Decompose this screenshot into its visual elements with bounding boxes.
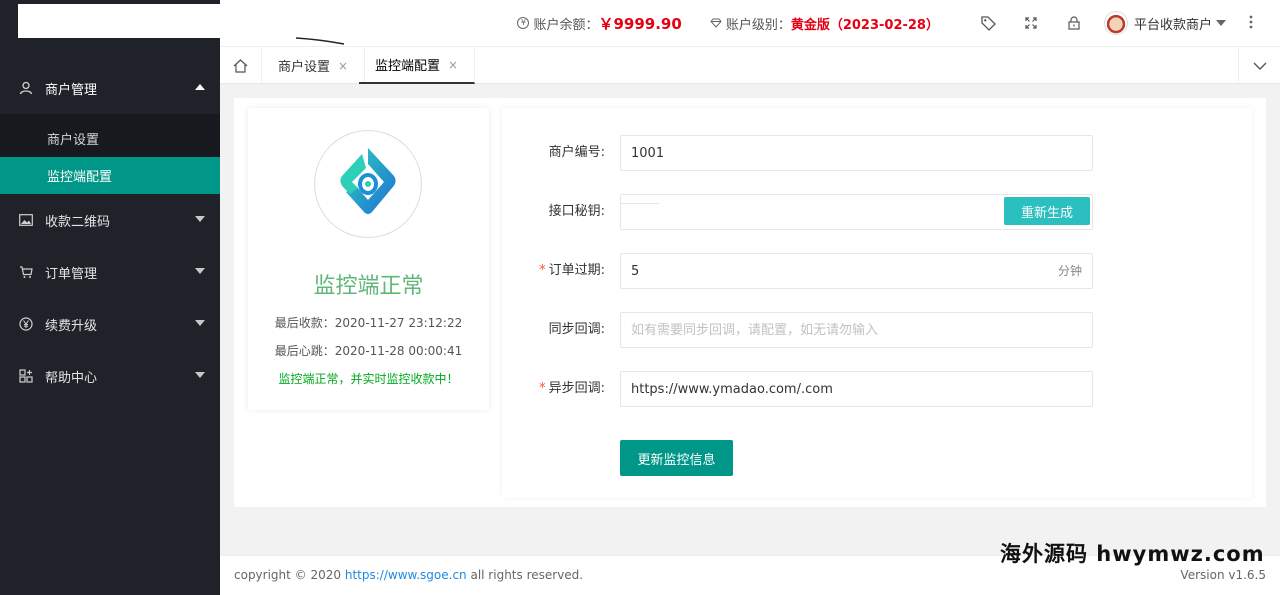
chevron-down-icon (195, 320, 205, 326)
tab-dropdown-button[interactable] (1238, 47, 1280, 84)
tab-label: 监控端配置 (375, 59, 441, 74)
footer-link[interactable]: https://www.sgoe.cn (345, 568, 467, 582)
fullscreen-icon[interactable] (1010, 0, 1053, 46)
submenu-merchant: 商户设置 监控端配置 (0, 114, 220, 194)
sidebar-item-renew[interactable]: 续费升级 (0, 298, 220, 350)
top-header: ¥ 账户余额： ￥9999.90 账户级别： 黄金版（2023-02-28） 平… (220, 0, 1280, 46)
last-payment: 最后收款：2020-11-27 23:12:22 (248, 314, 489, 331)
watermark: 海外源码 hwymwz.com (1000, 542, 1265, 566)
tab-monitor-config[interactable]: 监控端配置 × (359, 47, 476, 84)
avatar (1103, 11, 1128, 35)
secret-label: 接口秘钥: (548, 204, 605, 219)
sidebar-item-help[interactable]: 帮助中心 (0, 350, 220, 402)
user-name: 平台收款商户 (1133, 17, 1212, 33)
account-balance: ¥ 账户余额： ￥9999.90 (517, 13, 682, 34)
account-level: 账户级别： 黄金版（2023-02-28） (710, 14, 939, 33)
monitor-status-panel: 监控端正常 最后收款：2020-11-27 23:12:22 最后心跳：2020… (248, 108, 489, 410)
regenerate-secret-button[interactable]: 重新生成 (1004, 197, 1090, 225)
monitor-status-title: 监控端正常 (313, 274, 424, 299)
home-tab[interactable] (220, 47, 262, 84)
tab-merchant-settings[interactable]: 商户设置 × (262, 47, 366, 84)
required-mark: * (539, 263, 546, 278)
copyright-prefix: copyright © 2020 (234, 568, 342, 582)
sidebar-item-qrcode[interactable]: 收款二维码 (0, 194, 220, 246)
sidebar-item-label: 收款二维码 (45, 214, 111, 230)
last-heartbeat-label: 最后心跳： (274, 344, 335, 358)
sync-callback-field[interactable] (620, 312, 1093, 348)
apps-icon (18, 368, 34, 384)
last-heartbeat: 最后心跳：2020-11-28 00:00:41 (248, 342, 489, 359)
home-icon (233, 58, 248, 73)
yen-icon (18, 316, 34, 332)
scribble-mark (295, 37, 345, 45)
sync-callback-label: 同步回调: (548, 322, 605, 337)
merchant-id-label: 商户编号: (548, 145, 605, 160)
balance-label: 账户余额： (533, 17, 599, 33)
close-icon[interactable]: × (338, 59, 348, 73)
expire-label: * 订单过期: (539, 253, 605, 289)
more-vertical-icon[interactable] (1236, 15, 1266, 32)
order-expire-field[interactable] (620, 253, 1093, 289)
tag-icon[interactable] (967, 0, 1010, 46)
expire-label-text: 订单过期: (548, 263, 605, 278)
merchant-id-field[interactable] (620, 135, 1093, 171)
form-row-async-callback: * 异步回调: (502, 371, 1252, 407)
logo[interactable] (18, 4, 220, 38)
header-toolbar: ¥ 账户余额： ￥9999.90 账户级别： 黄金版（2023-02-28） 平… (517, 0, 1266, 46)
balance-value: ￥9999.90 (598, 14, 682, 33)
chevron-down-icon (195, 268, 205, 274)
logo-area (0, 0, 220, 46)
level-value: 黄金版（2023-02-28） (790, 17, 939, 33)
async-callback-field[interactable] (620, 371, 1093, 407)
sidebar-nav: 商户管理 商户设置 监控端配置 收款二维码 订单管理 续费升级 帮助中心 (0, 62, 220, 402)
form-row-merchant-id: 商户编号: (502, 135, 1252, 171)
chevron-down-icon (195, 372, 205, 378)
sidebar-subitem-merchant-settings[interactable]: 商户设置 (0, 120, 220, 157)
form-row-secret: 接口秘钥: 重新生成 (502, 194, 1252, 230)
expire-unit: 分钟 (1057, 264, 1082, 278)
last-payment-time: 2020-11-27 23:12:22 (334, 316, 463, 330)
async-callback-label: * 异步回调: (539, 371, 605, 407)
merchant-icon (18, 80, 34, 96)
copyright: copyright © 2020 https://www.sgoe.cn all… (234, 568, 583, 582)
sidebar-item-orders[interactable]: 订单管理 (0, 246, 220, 298)
form-row-expire: *订单过期: 分钟 (502, 253, 1252, 289)
yen-icon: ¥ (517, 17, 530, 29)
last-heartbeat-time: 2020-11-28 00:00:41 (334, 344, 463, 358)
cart-icon (18, 264, 34, 280)
sidebar-item-label: 续费升级 (45, 318, 98, 334)
form-row-sync-callback: 同步回调: (502, 312, 1252, 348)
lock-icon[interactable] (1053, 0, 1096, 46)
config-form: 商户编号: 接口秘钥: 重新生成 *订单过期: 分钟 同步回调: *异步回调: … (502, 108, 1252, 498)
sidebar: 商户管理 商户设置 监控端配置 收款二维码 订单管理 续费升级 帮助中心 (0, 0, 220, 595)
last-payment-label: 最后收款： (274, 316, 335, 330)
monitor-status-message: 监控端正常，并实时监控收款中！ (278, 372, 459, 386)
sidebar-subitem-monitor-config[interactable]: 监控端配置 (0, 157, 220, 194)
chevron-down-icon (1253, 62, 1267, 70)
close-icon[interactable]: × (448, 58, 458, 72)
sidebar-item-label: 帮助中心 (45, 370, 98, 386)
sidebar-item-merchant[interactable]: 商户管理 (0, 62, 220, 114)
sidebar-item-label: 商户管理 (45, 82, 98, 98)
chevron-down-icon (195, 216, 205, 222)
required-mark: * (539, 381, 546, 396)
tab-label: 商户设置 (278, 60, 331, 75)
user-menu[interactable]: 平台收款商户 (1103, 11, 1226, 35)
chevron-up-icon (195, 84, 205, 90)
sidebar-item-label: 订单管理 (45, 266, 98, 282)
main-card: 监控端正常 最后收款：2020-11-27 23:12:22 最后心跳：2020… (234, 98, 1266, 507)
level-label: 账户级别： (725, 17, 791, 33)
chevron-down-icon (1216, 20, 1226, 26)
monitor-app-logo (314, 130, 422, 238)
image-icon (18, 212, 34, 228)
async-label-text: 异步回调: (548, 381, 605, 396)
update-monitor-button[interactable]: 更新监控信息 (620, 440, 733, 476)
copyright-suffix: all rights reserved. (470, 568, 584, 582)
tab-bar: 商户设置 × 监控端配置 × (220, 46, 1280, 84)
diamond-icon (710, 18, 722, 28)
secret-mask (621, 195, 659, 204)
version-label: Version v1.6.5 (1180, 568, 1266, 582)
